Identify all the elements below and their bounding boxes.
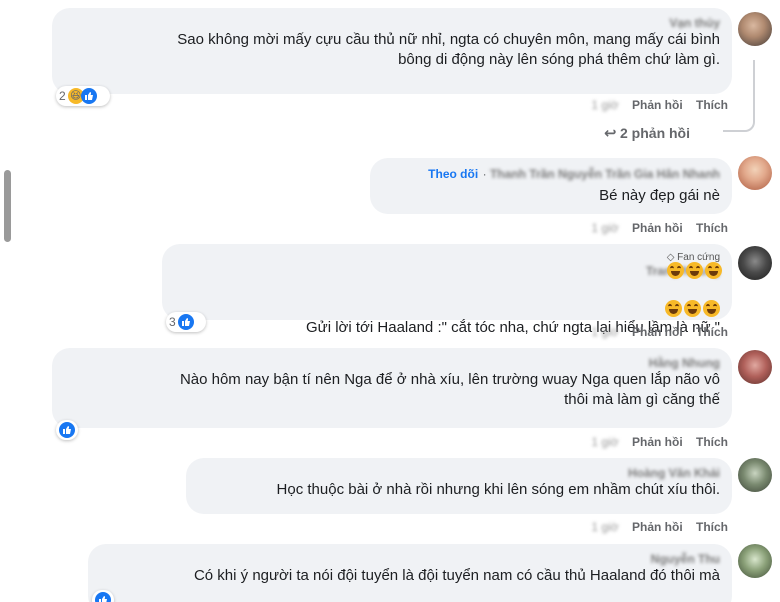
avatar[interactable] xyxy=(738,156,772,190)
haha-emoji-icon xyxy=(703,299,720,317)
reaction-count: 3 xyxy=(169,315,176,329)
avatar[interactable] xyxy=(738,544,772,578)
comment-text: Bé này đẹp gái nè xyxy=(599,187,720,204)
comment-bubble: ◇ Fan cứng Trang Nhung Gửi lời tới Haala… xyxy=(162,244,732,336)
reaction-summary[interactable]: 3 xyxy=(166,312,206,332)
comment-text: Học thuộc bài ở nhà rồi nhưng khi lên só… xyxy=(276,481,720,498)
comment-text: Có khi ý người ta nói đội tuyển là đội t… xyxy=(193,567,720,584)
comment-text: Sao không mời mấy cựu cầu thủ nữ nhỉ, ng… xyxy=(177,31,720,68)
like-icon xyxy=(177,314,194,330)
reply-button[interactable]: Phản hồi xyxy=(632,221,683,235)
reply-button[interactable]: Phản hồi xyxy=(632,520,683,534)
thread-line xyxy=(723,60,755,132)
reaction-summary[interactable] xyxy=(92,590,114,602)
comment-time[interactable]: 1 giờ xyxy=(591,435,618,449)
like-icon xyxy=(59,422,75,438)
comment-actions: 1 giờ Phản hồi Thích xyxy=(581,221,728,235)
comment-author[interactable]: Thanh Trần Nguyễn Trần Gia Hân Nhanh xyxy=(490,167,720,181)
haha-emoji-icon xyxy=(684,299,701,317)
comment-author[interactable]: Vạn thủy xyxy=(64,16,720,30)
comment-actions: 1 giờ Phản hồi Thích xyxy=(581,520,728,534)
comment-actions: 1 giờ Phản hồi Thích xyxy=(581,435,728,449)
avatar[interactable] xyxy=(738,458,772,492)
comment-time[interactable]: 1 giờ xyxy=(591,520,618,534)
comment-author[interactable]: Hoàng Văn Khải xyxy=(198,466,720,480)
comment-author[interactable]: Trang Nhung xyxy=(174,264,720,278)
comment-bubble: Nguyễn Thu Có khi ý người ta nói đội tuy… xyxy=(88,544,732,602)
reply-arrow-icon: ↩ xyxy=(604,125,617,142)
comment-author[interactable]: Hằng Nhung xyxy=(64,356,720,370)
fan-badge: ◇ Fan cứng xyxy=(666,252,720,263)
haha-emoji-icon xyxy=(705,262,722,280)
like-icon xyxy=(80,88,97,104)
like-button[interactable]: Thích xyxy=(696,520,728,534)
comment-actions: 1 giờ Phản hồi Thích xyxy=(581,325,728,339)
comment-time[interactable]: 1 giờ xyxy=(591,325,618,339)
view-replies-link[interactable]: ↩ 2 phản hồi xyxy=(604,124,690,142)
scrollbar-thumb[interactable] xyxy=(4,170,11,242)
comment-bubble: Vạn thủy Sao không mời mấy cựu cầu thủ n… xyxy=(52,8,732,94)
haha-emoji-icon xyxy=(686,262,703,280)
comment-text: Nào hôm nay bận tí nên Nga để ở nhà xíu,… xyxy=(179,371,720,408)
haha-emoji-icon xyxy=(667,262,684,280)
reaction-summary[interactable]: 2 😆 xyxy=(56,86,110,106)
avatar[interactable] xyxy=(738,350,772,384)
avatar[interactable] xyxy=(738,246,772,280)
comment-time[interactable]: 1 giờ xyxy=(591,98,618,112)
haha-emoji-icon xyxy=(665,299,682,317)
comment-bubble: Hoàng Văn Khải Học thuộc bài ở nhà rồi n… xyxy=(186,458,732,514)
comment-actions: 1 giờ Phản hồi Thích xyxy=(581,98,728,112)
avatar[interactable] xyxy=(738,12,772,46)
comment-bubble: Hằng Nhung Nào hôm nay bận tí nên Nga để… xyxy=(52,348,732,428)
comment-bubble: Theo dõi · Thanh Trần Nguyễn Trần Gia Hâ… xyxy=(370,158,732,214)
follow-button[interactable]: Theo dõi xyxy=(428,167,478,181)
reply-button[interactable]: Phản hồi xyxy=(632,98,683,112)
like-button[interactable]: Thích xyxy=(696,221,728,235)
like-icon xyxy=(95,592,111,602)
comment-time[interactable]: 1 giờ xyxy=(591,221,618,235)
comment-feed: Vạn thủy Sao không mời mấy cựu cầu thủ n… xyxy=(0,0,780,602)
reaction-summary[interactable] xyxy=(56,420,78,440)
reply-button[interactable]: Phản hồi xyxy=(632,435,683,449)
like-button[interactable]: Thích xyxy=(696,435,728,449)
reply-button[interactable]: Phản hồi xyxy=(632,325,683,339)
like-button[interactable]: Thích xyxy=(696,325,728,339)
comment-author[interactable]: Nguyễn Thu xyxy=(100,552,720,566)
reaction-count: 2 xyxy=(59,89,66,103)
